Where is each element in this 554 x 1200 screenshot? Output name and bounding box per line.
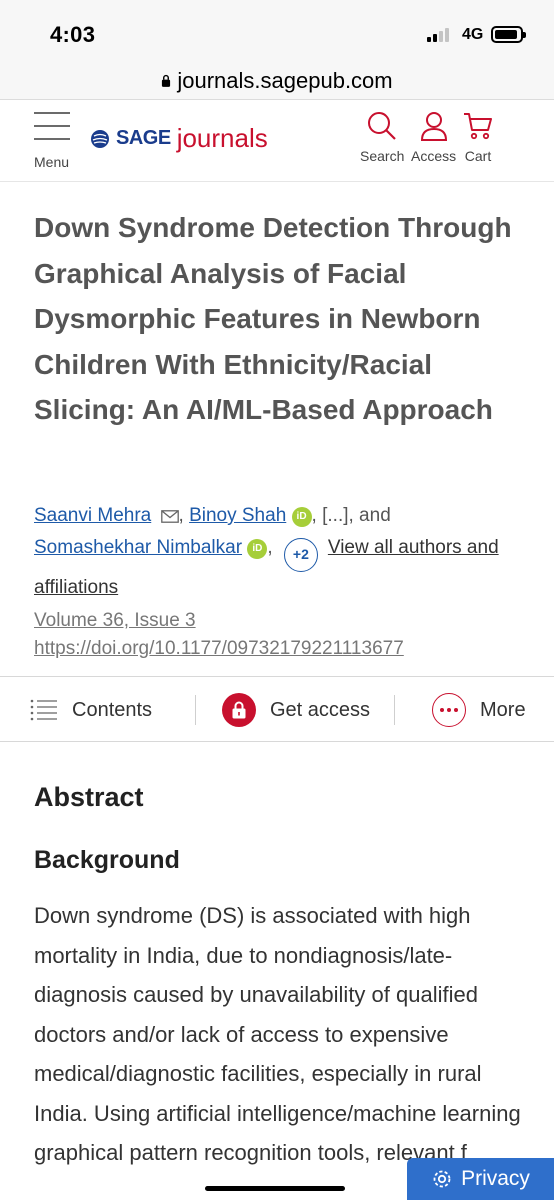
get-access-label: Get access — [270, 698, 371, 721]
abstract-text: Down syndrome (DS) is associated with hi… — [34, 903, 521, 1165]
article-action-bar: Contents Get access More — [0, 676, 554, 742]
menu-button[interactable]: Menu — [34, 112, 74, 172]
search-icon — [368, 112, 396, 140]
user-icon — [420, 112, 447, 141]
search-label: Search — [360, 148, 405, 164]
author-link[interactable]: Saanvi Mehra — [34, 505, 151, 526]
menu-label: Menu — [34, 154, 70, 170]
author-link[interactable]: Somashekhar Nimbalkar — [34, 537, 242, 558]
cart-label: Cart — [464, 148, 492, 164]
orcid-icon[interactable]: iD — [247, 539, 268, 559]
battery-icon — [491, 26, 526, 43]
search-button[interactable]: Search — [360, 110, 404, 164]
privacy-label: Privacy — [461, 1167, 530, 1190]
authors-ellipsis: [...], and — [322, 505, 391, 526]
url-text: journals.sagepub.com — [177, 67, 393, 93]
volume-link[interactable]: Volume 36, Issue 3 — [34, 608, 196, 633]
cart-button[interactable]: Cart — [462, 110, 494, 164]
separator: , — [178, 505, 190, 526]
cart-icon — [464, 113, 492, 140]
divider — [394, 695, 395, 725]
separator: , — [267, 537, 273, 558]
more-label: More — [480, 698, 526, 721]
access-button[interactable]: Access — [411, 110, 456, 164]
logo-journals-text: journals — [176, 123, 268, 153]
sage-journals-logo[interactable]: SAGE journals — [90, 123, 268, 154]
abstract-heading: Abstract — [34, 782, 144, 812]
article-title: Down Syndrome Detection Through Graphica… — [34, 212, 512, 425]
author-list: Saanvi Mehra , Binoy Shah iD, [...], and… — [34, 500, 524, 604]
status-time: 4:03 — [50, 22, 96, 47]
gear-icon — [433, 1170, 451, 1188]
more-dots-icon — [432, 693, 466, 727]
home-indicator[interactable] — [205, 1186, 345, 1191]
background-heading: Background — [34, 846, 180, 874]
more-button[interactable]: More — [432, 677, 526, 743]
privacy-button[interactable]: Privacy — [407, 1158, 554, 1200]
separator: , — [311, 505, 323, 526]
author-link[interactable]: Binoy Shah — [189, 505, 286, 526]
access-label: Access — [411, 148, 457, 164]
more-authors-badge[interactable]: +2 — [283, 538, 318, 572]
orcid-icon[interactable]: iD — [291, 507, 312, 527]
list-icon — [30, 699, 57, 721]
contents-button[interactable]: Contents — [30, 677, 152, 743]
sage-globe-icon — [91, 129, 109, 148]
signal-icon — [427, 28, 449, 42]
contents-label: Contents — [72, 698, 153, 721]
lock-icon — [162, 74, 171, 87]
hamburger-icon — [34, 112, 74, 140]
logo-sage-text: SAGE — [116, 127, 171, 149]
network-label: 4G — [462, 26, 484, 43]
status-bar: 4:03 4G — [0, 0, 554, 62]
doi-link[interactable]: https://doi.org/10.1177/0973217922111367… — [34, 636, 404, 661]
email-icon[interactable] — [160, 510, 179, 523]
padlock-icon — [222, 693, 256, 727]
address-bar[interactable]: journals.sagepub.com — [0, 62, 554, 100]
divider — [195, 695, 196, 725]
get-access-button[interactable]: Get access — [222, 677, 370, 743]
site-header: Menu SAGE journals Search Access Cart — [0, 100, 554, 182]
